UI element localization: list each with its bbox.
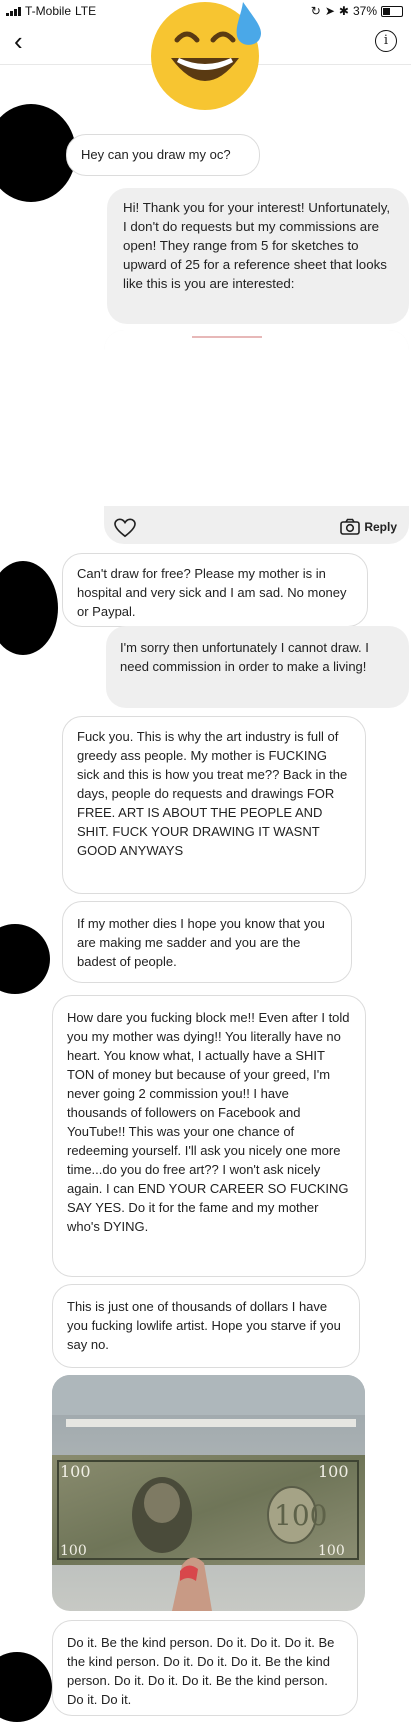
avatar	[0, 104, 76, 202]
reply-button[interactable]: Reply	[340, 518, 397, 535]
info-icon[interactable]: i	[375, 30, 397, 52]
avatar	[0, 561, 58, 655]
sweat-smile-emoji-icon	[151, 2, 262, 110]
hundred-dollar-bill-photo: 100 100 100 100 100	[52, 1375, 365, 1611]
avatar	[0, 924, 50, 994]
message-bubble-received: Fuck you. This is why the art industry i…	[62, 716, 366, 894]
message-bubble-received: If my mother dies I hope you know that y…	[62, 901, 352, 983]
heart-icon[interactable]	[114, 518, 136, 538]
bill-denomination-top-left: 100	[60, 1462, 91, 1481]
lock-rotation-icon: ↻	[310, 4, 321, 18]
attachment-preview	[104, 330, 409, 506]
message-bubble-received: This is just one of thousands of dollars…	[52, 1284, 360, 1368]
bill-denomination-bottom-left: 100	[60, 1543, 87, 1559]
battery-icon	[381, 5, 403, 17]
message-bubble-received: How dare you fucking block me!! Even aft…	[52, 995, 366, 1277]
shared-image-attachment[interactable]: Reply	[104, 330, 409, 544]
message-bubble-sent: Hi! Thank you for your interest! Unfortu…	[107, 188, 409, 324]
network-label: LTE	[75, 4, 97, 18]
back-arrow-icon[interactable]: ‹	[14, 28, 23, 54]
camera-icon	[340, 518, 361, 535]
bill-denomination-bottom-right: 100	[318, 1543, 345, 1559]
photo-attachment[interactable]: 100 100 100 100 100	[52, 1375, 365, 1611]
battery-percent: 37%	[352, 4, 377, 18]
message-bubble-sent: I'm sorry then unfortunately I cannot dr…	[106, 626, 409, 708]
attachment-edge	[192, 336, 262, 338]
bill-denomination-center: 100	[274, 1499, 327, 1532]
message-bubble-received: Do it. Be the kind person. Do it. Do it.…	[52, 1620, 358, 1716]
location-icon: ➤	[324, 4, 335, 18]
bill-denomination-top-right: 100	[318, 1462, 349, 1481]
reply-label: Reply	[364, 519, 397, 534]
message-bubble-received: Can't draw for free? Please my mother is…	[62, 553, 368, 627]
signal-icon	[6, 6, 21, 16]
carrier-label: T-Mobile	[25, 4, 72, 18]
bluetooth-icon: ✱	[338, 4, 349, 18]
message-bubble-received: Hey can you draw my oc?	[66, 134, 260, 176]
